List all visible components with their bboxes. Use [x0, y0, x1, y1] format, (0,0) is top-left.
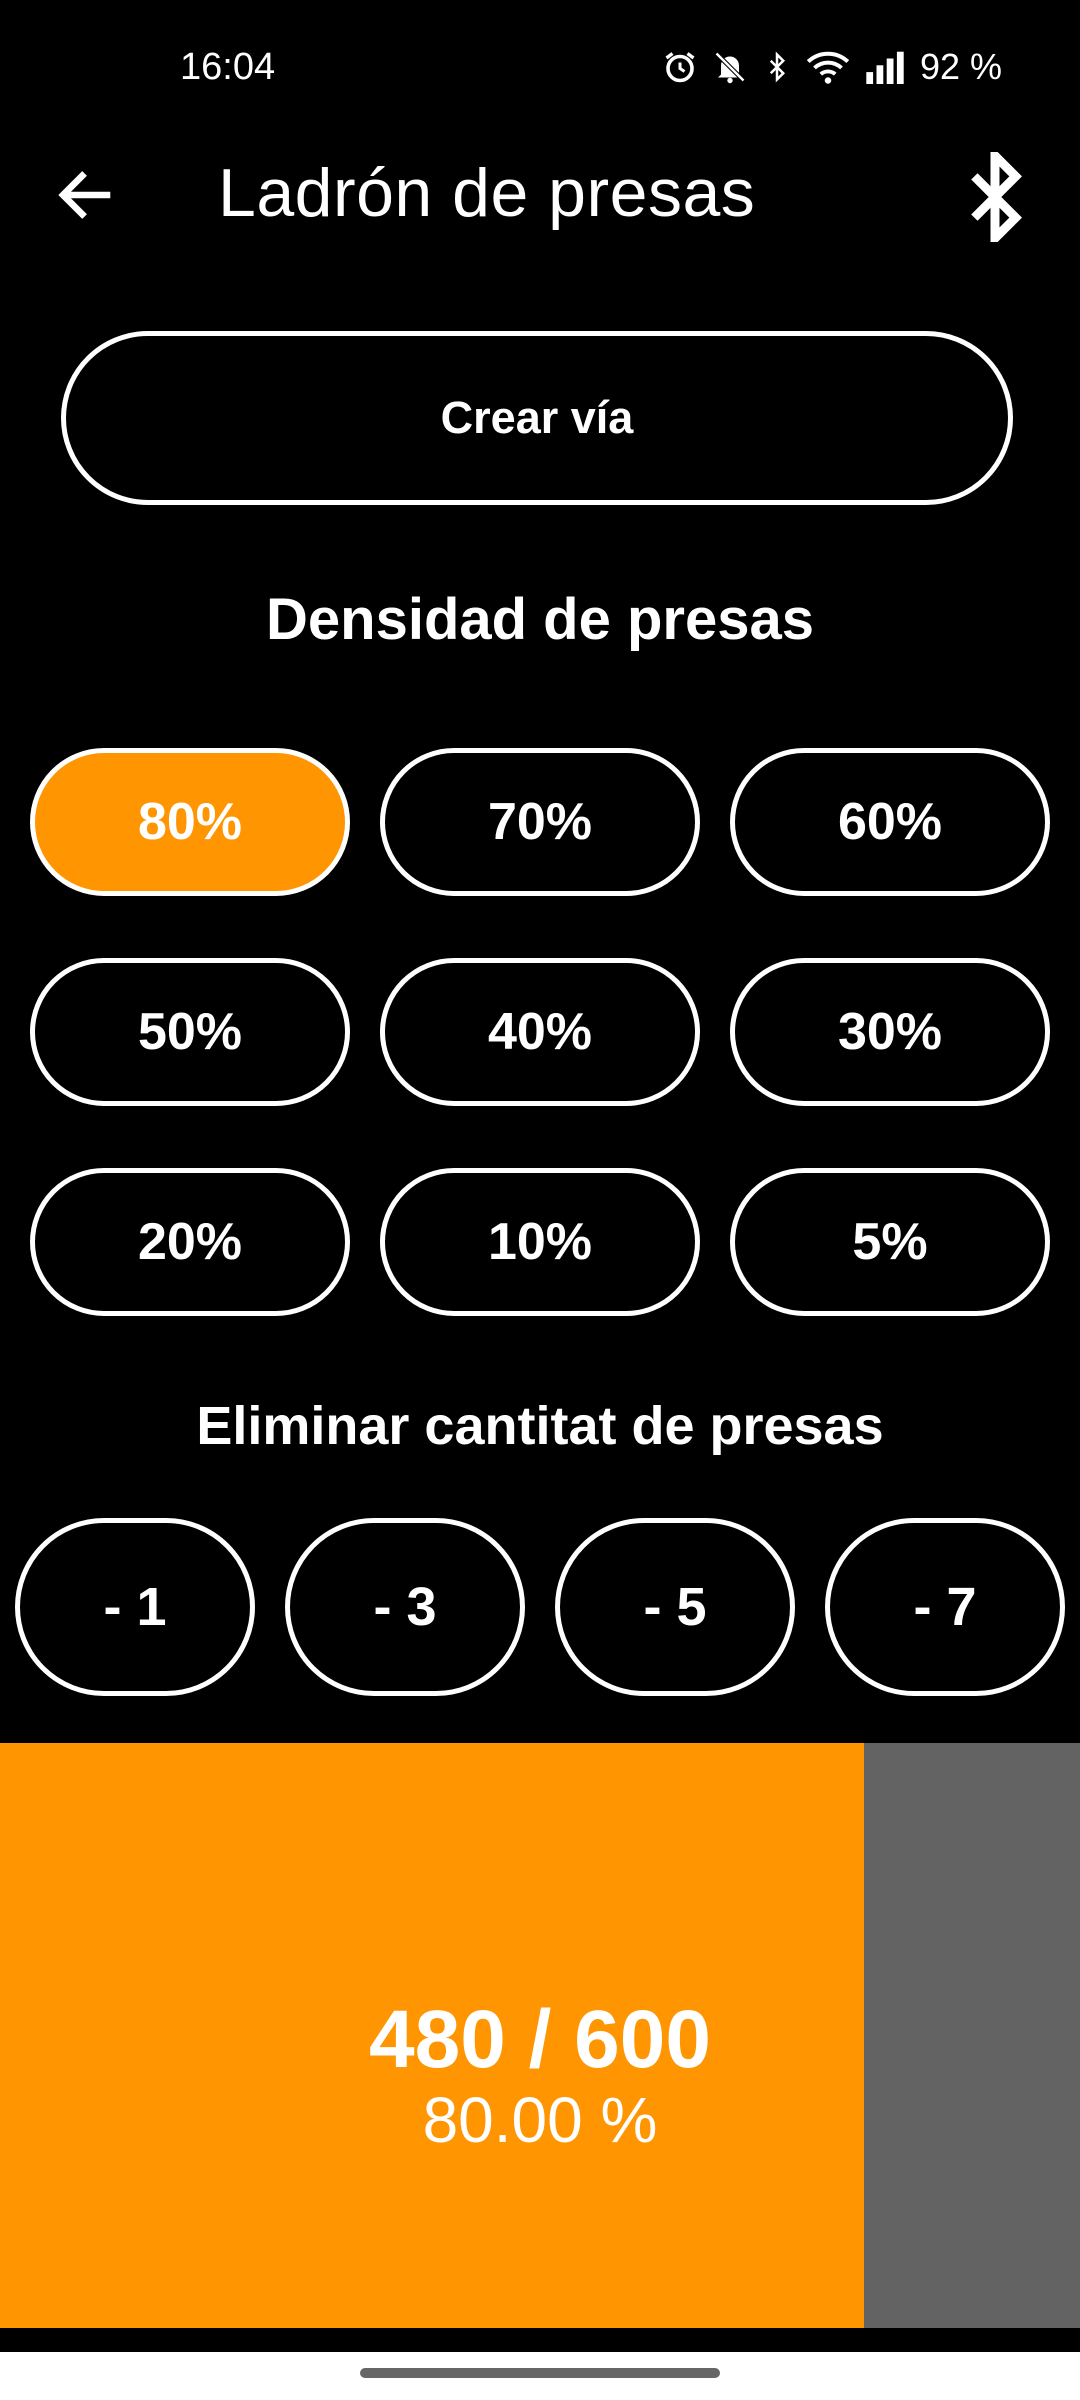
density-option-70[interactable]: 70% [380, 748, 700, 896]
create-route-button[interactable]: Crear vía [61, 331, 1013, 505]
status-bar: 16:04 92 % [0, 0, 1080, 140]
density-option-30[interactable]: 30% [730, 958, 1050, 1106]
app-bar: Ladrón de presas [0, 140, 1080, 250]
progress-count: 480 / 600 [369, 1994, 711, 2085]
density-option-60[interactable]: 60% [730, 748, 1050, 896]
status-icons: 92 % [662, 46, 1002, 88]
density-title: Densidad de presas [266, 587, 814, 652]
density-option-80[interactable]: 80% [30, 748, 350, 896]
page-title: Ladrón de presas [218, 155, 756, 231]
back-button[interactable] [52, 162, 118, 228]
remove-3-button[interactable]: - 3 [285, 1518, 525, 1696]
density-option-5[interactable]: 5% [730, 1168, 1050, 1316]
bluetooth-button[interactable] [950, 144, 1040, 250]
hold-progress-bar: 480 / 600 80.00 % [0, 1743, 1080, 2328]
density-option-40[interactable]: 40% [380, 958, 700, 1106]
battery-label: 92 % [919, 46, 1002, 87]
remove-title: Eliminar cantitat de presas [196, 1396, 884, 1456]
density-option-50[interactable]: 50% [30, 958, 350, 1106]
wifi-icon [806, 49, 850, 85]
bell-muted-icon [712, 49, 748, 85]
arrow-left-icon [58, 171, 111, 219]
system-nav-bar [0, 2352, 1080, 2400]
remove-1-button[interactable]: - 1 [15, 1518, 255, 1696]
alarm-icon [662, 49, 698, 85]
density-option-20[interactable]: 20% [30, 1168, 350, 1316]
density-option-10[interactable]: 10% [380, 1168, 700, 1316]
home-gesture-handle[interactable] [360, 2368, 720, 2378]
remove-7-button[interactable]: - 7 [825, 1518, 1065, 1696]
status-time: 16:04 [180, 46, 276, 88]
bluetooth-icon [971, 144, 1022, 250]
progress-percent: 80.00 % [422, 2084, 658, 2156]
remove-5-button[interactable]: - 5 [555, 1518, 795, 1696]
bluetooth-status-icon [762, 49, 792, 85]
signal-icon [864, 50, 906, 84]
